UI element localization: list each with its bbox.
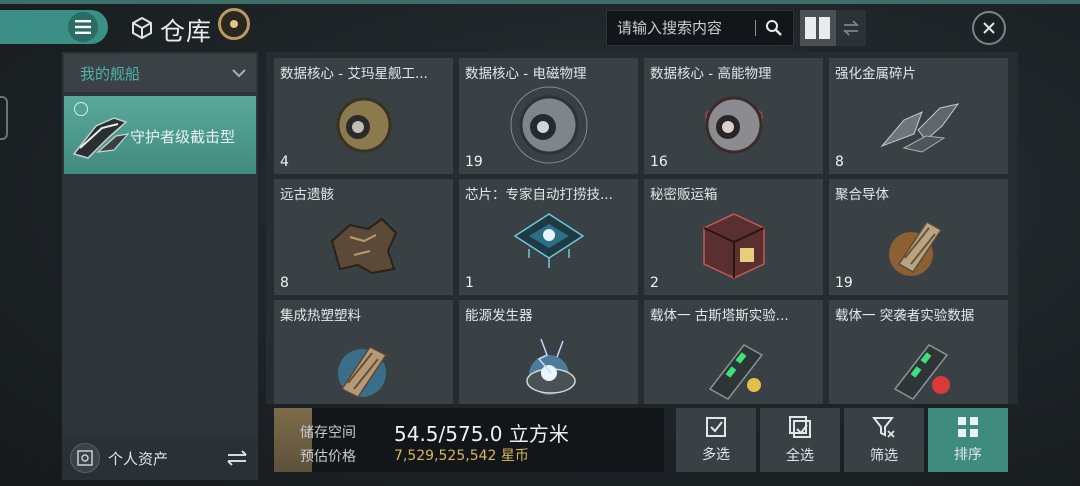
- personal-assets-label: 个人资产: [108, 449, 169, 468]
- personal-assets-icon: [70, 443, 100, 473]
- inventory-item[interactable]: 数据核心 - 艾玛星舰工... 4: [274, 58, 453, 174]
- item-name: 能源发生器: [465, 308, 533, 324]
- inventory-item[interactable]: 秘密贩运箱 2: [644, 179, 823, 295]
- top-accent-line: [0, 0, 1080, 4]
- page-title-group: 仓库: [130, 12, 212, 48]
- data-core-red-icon: [704, 96, 763, 154]
- inventory-item[interactable]: 集成热塑塑料: [274, 300, 453, 404]
- swap-view-icon[interactable]: [836, 10, 866, 46]
- inventory-grid: 数据核心 - 艾玛星舰工... 4 数据核心 - 电磁物理 19 数据核心 - …: [266, 52, 1018, 404]
- search-icon[interactable]: [756, 19, 793, 37]
- data-core-gold-icon: [336, 97, 391, 153]
- item-count: 4: [280, 154, 289, 170]
- item-name: 数据核心 - 电磁物理: [465, 66, 587, 82]
- inventory-item[interactable]: 数据核心 - 高能物理 16: [644, 58, 823, 174]
- item-count: 8: [280, 275, 289, 291]
- item-count: 2: [650, 275, 659, 291]
- ship-list-item[interactable]: 守护者级截击型: [64, 96, 256, 174]
- item-name: 集成热塑塑料: [280, 308, 361, 324]
- switch-icon[interactable]: [226, 450, 248, 466]
- estimated-price-label: 预估价格: [300, 449, 356, 465]
- filter-label: 筛选: [870, 448, 898, 464]
- carrier-gustas-icon: [708, 344, 763, 401]
- estimated-price-value: 7,529,525,542 星币: [394, 448, 529, 464]
- select-all-icon: [789, 416, 811, 438]
- grid-view-icon[interactable]: [800, 10, 836, 46]
- metal-fragment-icon: [879, 103, 959, 153]
- inventory-item[interactable]: 远古遗骸 8: [274, 179, 453, 295]
- ancient-relic-icon: [330, 217, 397, 275]
- item-name: 秘密贩运箱: [650, 187, 718, 203]
- conductor-icon: [888, 221, 942, 277]
- filter-icon: [872, 417, 895, 438]
- storage-summary: 储存空间 预估价格 54.5/575.0 立方米 7,529,525,542 星…: [274, 408, 664, 472]
- item-name: 数据核心 - 高能物理: [650, 66, 772, 82]
- chip-icon: [513, 213, 584, 269]
- inventory-item[interactable]: 聚合导体 19: [829, 179, 1008, 295]
- inventory-item[interactable]: 数据核心 - 电磁物理 19: [459, 58, 638, 174]
- page-title: 仓库: [160, 17, 213, 46]
- personal-assets-bar[interactable]: 个人资产: [62, 436, 258, 480]
- item-name: 强化金属碎片: [835, 66, 916, 82]
- inventory-item[interactable]: 芯片：专家自动打捞技... 1: [459, 179, 638, 295]
- item-count: 19: [465, 154, 483, 170]
- item-name: 远古遗骸: [280, 187, 334, 203]
- sort-grid-icon: [958, 417, 978, 437]
- checkbox-icon: [706, 417, 726, 437]
- item-name: 芯片：专家自动打捞技...: [465, 187, 613, 203]
- item-name: 载体一 突袭者实验数据: [835, 308, 975, 324]
- item-name: 数据核心 - 艾玛星舰工...: [280, 66, 428, 82]
- search-bar[interactable]: [606, 10, 794, 46]
- view-toggle[interactable]: [800, 10, 866, 46]
- item-count: 8: [835, 154, 844, 170]
- dropdown-label: 我的舰船: [80, 64, 141, 83]
- close-icon: [983, 22, 995, 34]
- search-input[interactable]: [607, 11, 755, 45]
- carrier-raider-icon: [893, 344, 950, 401]
- select-all-button[interactable]: 全选: [760, 408, 840, 472]
- thermoplastic-icon: [337, 346, 387, 399]
- left-drawer-handle[interactable]: [0, 96, 8, 140]
- data-core-silver-icon: [510, 86, 587, 164]
- ship-name-label: 守护者级截击型: [130, 128, 236, 146]
- item-count: 1: [465, 275, 474, 291]
- warehouse-emblem-icon: [218, 8, 250, 40]
- warehouse-box-icon: [130, 16, 154, 44]
- inventory-item[interactable]: 强化金属碎片 8: [829, 58, 1008, 174]
- chevron-down-icon: [232, 69, 246, 78]
- item-name: 载体一 古斯塔斯实验...: [650, 308, 789, 324]
- ship-category-dropdown[interactable]: 我的舰船: [64, 54, 256, 92]
- item-count: 19: [835, 275, 853, 291]
- menu-icon: [68, 12, 98, 42]
- inventory-item[interactable]: 载体一 突袭者实验数据: [829, 300, 1008, 404]
- energy-generator-icon: [525, 339, 576, 396]
- select-all-label: 全选: [786, 448, 814, 464]
- cargo-box-icon: [702, 213, 765, 280]
- ship-thumbnail-icon: [72, 117, 130, 159]
- close-button[interactable]: [972, 11, 1006, 45]
- filter-button[interactable]: 筛选: [844, 408, 924, 472]
- item-count: 16: [650, 154, 668, 170]
- multi-select-label: 多选: [702, 447, 730, 463]
- item-name: 聚合导体: [835, 187, 889, 203]
- inventory-item[interactable]: 能源发生器: [459, 300, 638, 404]
- inventory-item[interactable]: 载体一 古斯塔斯实验...: [644, 300, 823, 404]
- menu-button[interactable]: [0, 10, 108, 44]
- multi-select-button[interactable]: 多选: [676, 408, 756, 472]
- storage-space-value: 54.5/575.0 立方米: [394, 422, 569, 446]
- sort-button[interactable]: 排序: [928, 408, 1008, 472]
- storage-space-label: 储存空间: [300, 425, 356, 441]
- sort-label: 排序: [954, 447, 982, 463]
